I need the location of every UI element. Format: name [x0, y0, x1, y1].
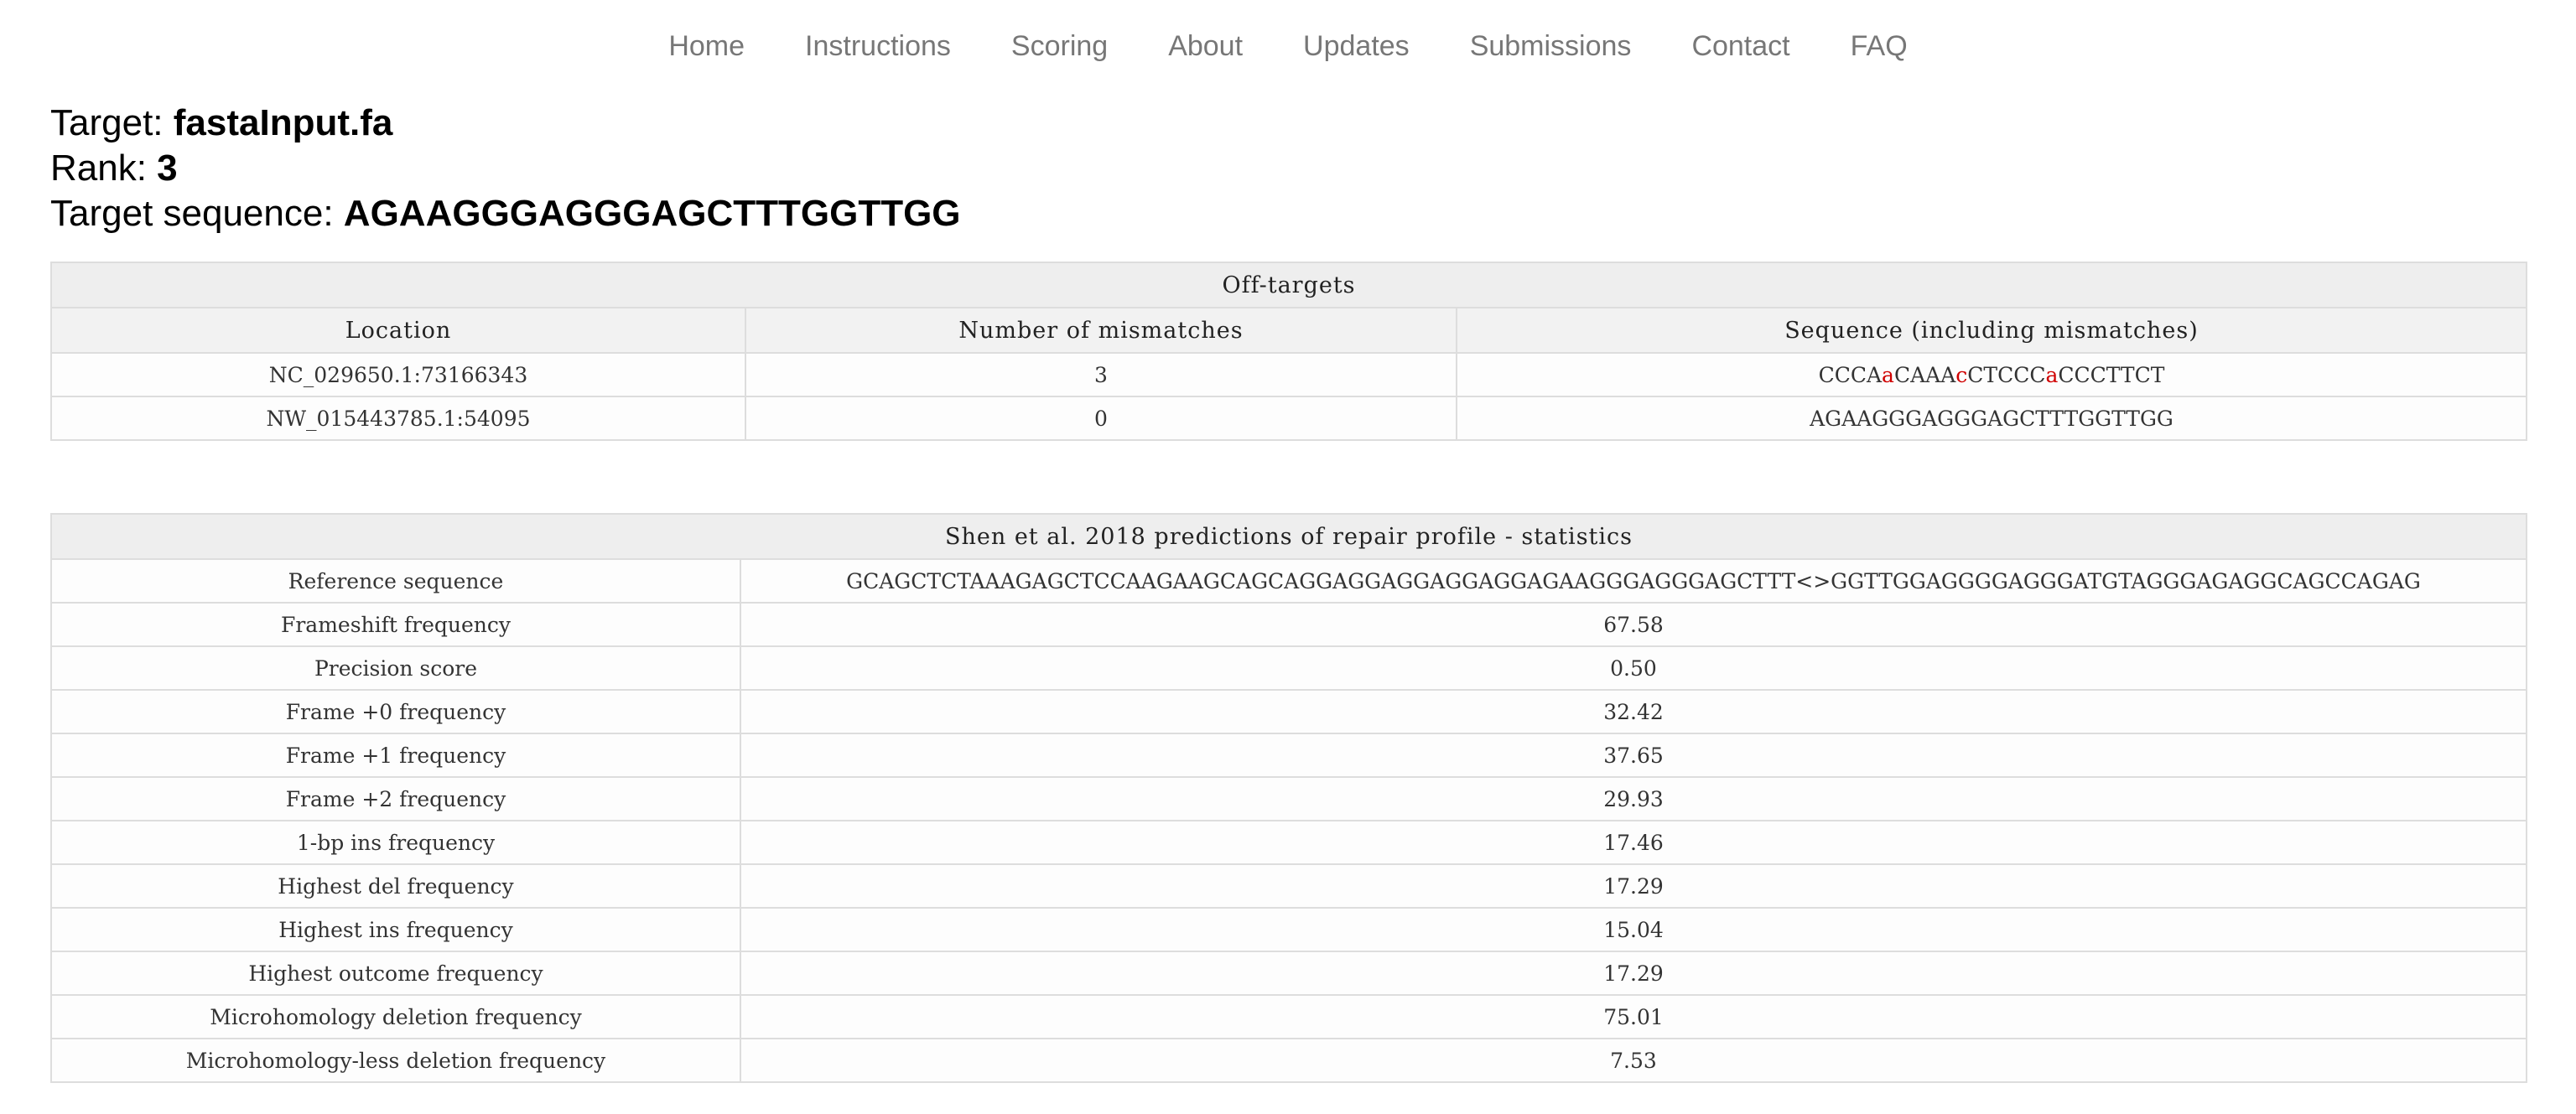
repair-stat-row: Frame +1 frequency 37.65 — [50, 733, 2527, 778]
rank-value: 3 — [157, 148, 178, 189]
matched-bases: CCCTTCT — [2058, 362, 2165, 387]
matched-bases: CTCCC — [1967, 362, 2046, 387]
repair-stat-row: Precision score 0.50 — [50, 645, 2527, 691]
nav-contact-link[interactable]: Contact — [1661, 0, 1820, 92]
top-nav: Home Instructions Scoring About Updates … — [0, 0, 2576, 92]
repair-stat-label: Frame +2 frequency — [50, 776, 741, 821]
offtarget-location: NC_029650.1:73166343 — [50, 352, 746, 397]
repair-stat-value: 17.29 — [740, 951, 2527, 996]
repair-stat-row: Highest del frequency 17.29 — [50, 863, 2527, 909]
repair-stat-label: Frame +0 frequency — [50, 689, 741, 734]
mismatch-base: a — [1882, 362, 1894, 387]
sequence-label: Target sequence: — [50, 193, 344, 234]
repair-stat-value: 75.01 — [740, 994, 2527, 1039]
nav-about-link[interactable]: About — [1138, 0, 1273, 92]
col-header-sequence: Sequence (including mismatches) — [1456, 307, 2527, 354]
matched-bases: CAAA — [1893, 362, 1956, 387]
offtarget-row: NW_015443785.1:54095 0 AGAAGGGAGGGAGCTTTGG… — [50, 396, 2527, 441]
sequence-line: Target sequence: AGAAGGGAGGGAGCTTTGGTTGG — [50, 191, 961, 236]
repair-stat-label: Frameshift frequency — [50, 602, 741, 647]
repair-stat-row: Frame +2 frequency 29.93 — [50, 776, 2527, 821]
nav-faq-link[interactable]: FAQ — [1820, 0, 1938, 92]
repair-stat-row: Frame +0 frequency 32.42 — [50, 689, 2527, 734]
offtarget-mismatch-count: 0 — [745, 396, 1457, 441]
repair-stat-row: Microhomology deletion frequency 75.01 — [50, 994, 2527, 1039]
repair-stats-table: Shen et al. 2018 predictions of repair p… — [50, 513, 2527, 1083]
rank-line: Rank: 3 — [50, 146, 961, 191]
nav-submissions-link[interactable]: Submissions — [1440, 0, 1662, 92]
repair-stat-value: GCAGCTCTAAAGAGCTCCAAGAAGCAGCAGGAGGAGGAGG… — [740, 558, 2527, 604]
repair-stat-label: Highest ins frequency — [50, 907, 741, 952]
col-header-location: Location — [50, 307, 746, 354]
nav-scoring-link[interactable]: Scoring — [981, 0, 1138, 92]
repair-caption: Shen et al. 2018 predictions of repair p… — [50, 513, 2527, 560]
repair-stat-label: Microhomology-less deletion frequency — [50, 1038, 741, 1083]
offtarget-sequence: AGAAGGGAGGGAGCTTTGGTTGG — [1456, 396, 2527, 441]
repair-stat-value: 17.29 — [740, 863, 2527, 909]
offtarget-row: NC_029650.1:73166343 3 CCCAaCAAAcCTCCCaCCC… — [50, 352, 2527, 397]
target-value: fastaInput.fa — [173, 102, 393, 143]
offtarget-mismatch-count: 3 — [745, 352, 1457, 397]
target-label: Target: — [50, 102, 174, 143]
repair-stat-row: Highest ins frequency 15.04 — [50, 907, 2527, 952]
offtarget-sequence: CCCAaCAAAcCTCCCaCCCTTCT — [1456, 352, 2527, 397]
repair-stat-row: Frameshift frequency 67.58 — [50, 602, 2527, 647]
repair-stat-label: Precision score — [50, 645, 741, 691]
col-header-mismatches: Number of mismatches — [745, 307, 1457, 354]
repair-stat-label: Reference sequence — [50, 558, 741, 604]
nav-instructions-link[interactable]: Instructions — [775, 0, 981, 92]
repair-stat-row: Reference sequence GCAGCTCTAAAGAGCTCCAAGA… — [50, 558, 2527, 604]
repair-stat-value: 37.65 — [740, 733, 2527, 778]
repair-stat-label: Microhomology deletion frequency — [50, 994, 741, 1039]
rank-label: Rank: — [50, 148, 158, 189]
repair-stat-row: Microhomology-less deletion frequency 7.5… — [50, 1038, 2527, 1083]
repair-stat-value: 7.53 — [740, 1038, 2527, 1083]
offtargets-caption: Off-targets — [50, 262, 2527, 308]
target-line: Target: fastaInput.fa — [50, 101, 961, 146]
nav-home-link[interactable]: Home — [638, 0, 775, 92]
repair-stat-label: Frame +1 frequency — [50, 733, 741, 778]
target-summary: Target: fastaInput.fa Rank: 3 Target seq… — [50, 101, 961, 236]
offtargets-table: Off-targets Location Number of mismatche… — [50, 262, 2527, 441]
repair-stat-label: Highest outcome frequency — [50, 951, 741, 996]
repair-stat-label: 1-bp ins frequency — [50, 820, 741, 865]
nav-updates-link[interactable]: Updates — [1273, 0, 1440, 92]
offtarget-location: NW_015443785.1:54095 — [50, 396, 746, 441]
repair-stat-value: 17.46 — [740, 820, 2527, 865]
repair-stat-value: 32.42 — [740, 689, 2527, 734]
mismatch-base: a — [2045, 362, 2059, 387]
matched-bases: AGAAGGGAGGGAGCTTTGGTTGG — [1810, 406, 2174, 431]
mismatch-base: c — [1955, 362, 1968, 387]
repair-stat-value: 0.50 — [740, 645, 2527, 691]
repair-stat-value: 15.04 — [740, 907, 2527, 952]
repair-stat-value: 29.93 — [740, 776, 2527, 821]
repair-stat-label: Highest del frequency — [50, 863, 741, 909]
repair-stat-row: Highest outcome frequency 17.29 — [50, 951, 2527, 996]
matched-bases: CCCA — [1818, 362, 1883, 387]
repair-stat-value: 67.58 — [740, 602, 2527, 647]
sequence-value: AGAAGGGAGGGAGCTTTGGTTGG — [343, 193, 961, 234]
repair-stat-row: 1-bp ins frequency 17.46 — [50, 820, 2527, 865]
